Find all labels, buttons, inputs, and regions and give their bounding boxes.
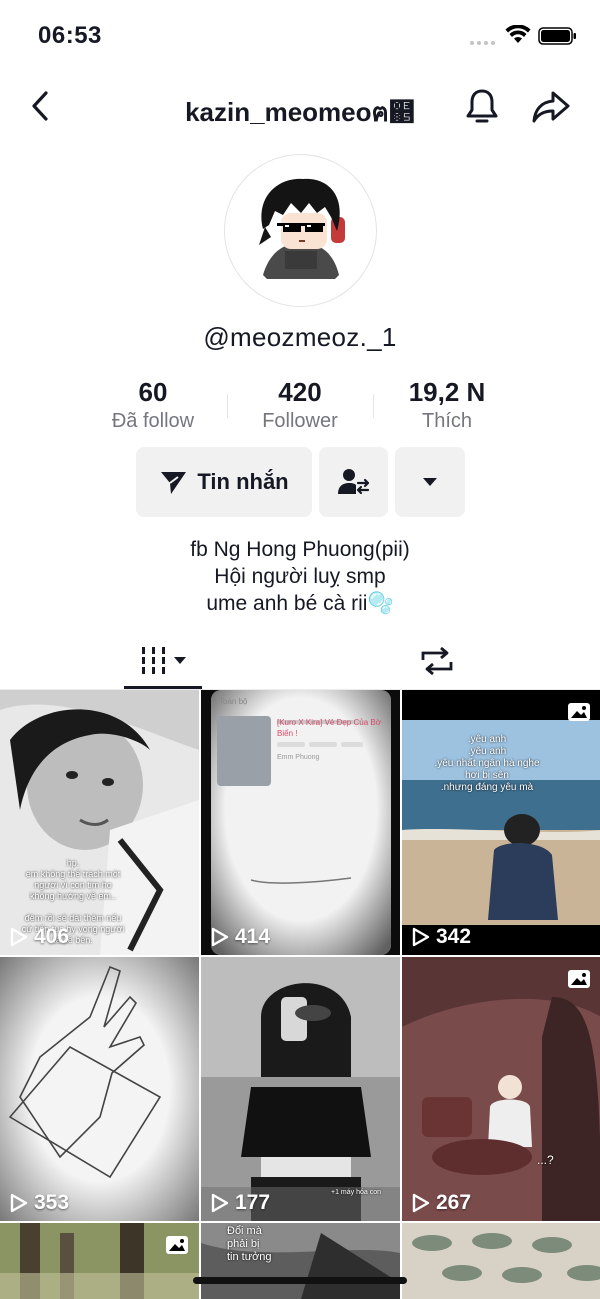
photo-carousel-icon bbox=[568, 703, 590, 721]
signal-icon bbox=[470, 41, 495, 45]
caret-down-icon bbox=[174, 657, 186, 664]
view-count: 406 bbox=[10, 925, 69, 949]
profile-title: kazin_meomeoฅ຅ bbox=[185, 97, 415, 127]
video-thumbnail[interactable]: hp. em không thể trách một người vì con ti… bbox=[0, 690, 199, 955]
stats-row: 60 Đã follow 420 Follower 19,2 N Thích bbox=[0, 376, 600, 440]
chevron-left-icon bbox=[32, 91, 48, 121]
following-count: 60 bbox=[138, 377, 168, 407]
grid-icon bbox=[142, 647, 165, 674]
bio-line: Hội người luỵ smp bbox=[214, 565, 386, 588]
view-count-label: 414 bbox=[235, 925, 271, 948]
thumbnail-caption: .yêu anh .yêu anh .yêu nhất ngân hà nghe hơ… bbox=[434, 734, 540, 793]
view-count-label: 353 bbox=[34, 1191, 70, 1214]
avatar-image bbox=[259, 178, 345, 279]
photo-thumbnail[interactable] bbox=[0, 1223, 199, 1299]
thumbnail-caption: Toàn bộ bbox=[219, 697, 248, 706]
thumbnail-image bbox=[201, 957, 400, 1221]
friends-button[interactable] bbox=[319, 447, 388, 517]
view-count: 353 bbox=[10, 1191, 69, 1215]
thumbnail-image bbox=[402, 957, 600, 1221]
caret-down-icon bbox=[423, 478, 437, 486]
followers-count: 420 bbox=[278, 377, 322, 407]
video-thumbnail[interactable]: 353 bbox=[0, 957, 199, 1221]
photo-carousel-icon bbox=[568, 970, 590, 988]
photo-thumbnail[interactable]: .yêu anh .yêu anh .yêu nhất ngân hà nghe hơ… bbox=[402, 690, 600, 955]
share-button[interactable] bbox=[530, 86, 572, 128]
view-count-label: 342 bbox=[436, 925, 472, 948]
avatar[interactable] bbox=[224, 154, 377, 307]
play-icon bbox=[211, 1193, 229, 1213]
tab-videos[interactable] bbox=[124, 632, 202, 690]
status-time: 06:53 bbox=[38, 22, 102, 49]
bell-icon bbox=[466, 89, 498, 123]
notification-button[interactable] bbox=[462, 86, 502, 128]
nav-bar: kazin_meomeoฅ຅ bbox=[0, 72, 600, 140]
thumbnail-caption: Emm Phuong bbox=[277, 754, 320, 761]
view-count-label: 406 bbox=[34, 925, 70, 948]
view-count: 267 bbox=[412, 1191, 471, 1215]
view-count: 177 bbox=[211, 1191, 270, 1215]
video-thumbnail[interactable]: Toàn bộ [Kuro X Kira] Vẻ Đẹp Của Bờ Biển… bbox=[201, 690, 400, 955]
bio-line: ume anh bé cà rii🫧 bbox=[206, 592, 394, 615]
photo-carousel-icon bbox=[166, 1236, 188, 1254]
play-icon bbox=[211, 927, 229, 947]
repost-icon bbox=[421, 646, 453, 676]
thumbnail-caption: +1 máy hóa con bbox=[331, 1189, 382, 1196]
share-arrow-icon bbox=[532, 91, 570, 123]
bio-line: fb Ng Hong Phuong(pii) bbox=[190, 538, 410, 561]
likes-stat[interactable]: 19,2 N Thích bbox=[372, 376, 522, 433]
message-button-label: Tin nhắn bbox=[197, 469, 289, 494]
thumbnail-caption: Đổi mà phải bị tin tưởng bbox=[227, 1225, 272, 1263]
view-count: 342 bbox=[412, 925, 471, 949]
status-bar: 06:53 bbox=[0, 0, 600, 72]
thumbnail-image bbox=[402, 1223, 600, 1299]
send-icon bbox=[161, 472, 187, 494]
bio: fb Ng Hong Phuong(pii) Hội người luỵ smp… bbox=[0, 536, 600, 617]
following-stat[interactable]: 60 Đã follow bbox=[78, 376, 228, 433]
back-button[interactable] bbox=[22, 86, 58, 126]
followers-label: Follower bbox=[262, 410, 338, 432]
home-indicator[interactable] bbox=[193, 1277, 407, 1284]
user-swap-icon bbox=[337, 469, 369, 495]
photo-thumbnail[interactable]: ...? 267 bbox=[402, 957, 600, 1221]
play-icon bbox=[10, 927, 28, 947]
likes-label: Thích bbox=[421, 410, 473, 432]
followers-stat[interactable]: 420 Follower bbox=[225, 376, 375, 433]
thumbnail-caption: [Kuro X Kira] Vẻ Đẹp Của Bờ Biển ! bbox=[277, 718, 381, 738]
likes-count: 19,2 N bbox=[408, 377, 486, 407]
video-thumbnail[interactable]: +1 máy hóa con 177 bbox=[201, 957, 400, 1221]
tab-reposts[interactable] bbox=[398, 632, 476, 690]
play-icon bbox=[412, 927, 430, 947]
view-count: 414 bbox=[211, 925, 270, 949]
video-thumbnail[interactable]: Đổi mà phải bị tin tưởng bbox=[201, 1223, 400, 1299]
play-icon bbox=[10, 1193, 28, 1213]
view-count-label: 267 bbox=[436, 1191, 472, 1214]
play-icon bbox=[412, 1193, 430, 1213]
message-button[interactable]: Tin nhắn bbox=[136, 447, 312, 517]
thumbnail-caption: ...? bbox=[537, 1153, 554, 1167]
battery-icon bbox=[538, 27, 576, 45]
following-label: Đã follow bbox=[111, 410, 195, 432]
wifi-icon bbox=[505, 25, 531, 43]
more-dropdown-button[interactable] bbox=[395, 447, 465, 517]
thumbnail-image bbox=[0, 957, 199, 1221]
view-count-label: 177 bbox=[235, 1191, 271, 1214]
video-thumbnail[interactable] bbox=[402, 1223, 600, 1299]
profile-handle: @meozmeoz._1 bbox=[203, 322, 397, 352]
content-tabs bbox=[0, 632, 600, 690]
thumbnail-image bbox=[402, 690, 600, 955]
